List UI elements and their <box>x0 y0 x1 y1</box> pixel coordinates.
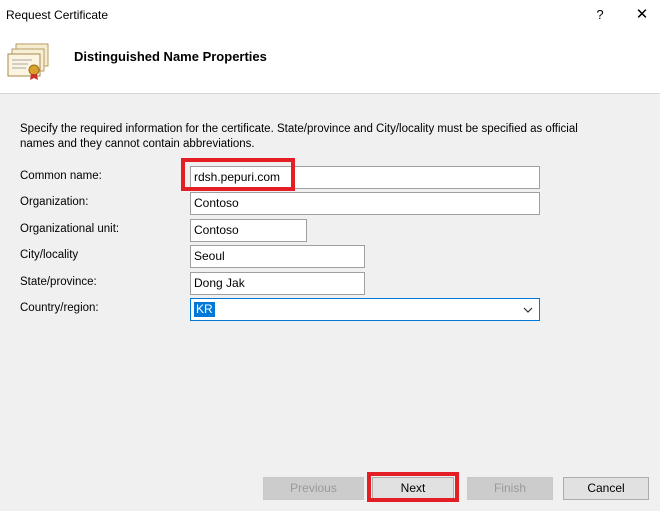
state-input[interactable]: Dong Jak <box>190 272 365 295</box>
organization-label: Organization: <box>20 196 89 208</box>
state-label: State/province: <box>20 276 97 288</box>
wizard-header: Distinguished Name Properties <box>0 30 660 94</box>
close-button[interactable]: ✕ <box>630 3 654 27</box>
chevron-down-icon[interactable] <box>521 303 535 317</box>
common-name-input[interactable]: rdsh.pepuri.com <box>190 166 540 189</box>
next-button[interactable]: Next <box>372 477 454 500</box>
organizational-unit-input[interactable]: Contoso <box>190 219 307 242</box>
country-label: Country/region: <box>20 302 99 314</box>
finish-button[interactable]: Finish <box>467 477 553 500</box>
common-name-label: Common name: <box>20 170 102 182</box>
help-button[interactable]: ? <box>588 3 612 27</box>
instructions-text: Specify the required information for the… <box>20 123 578 150</box>
country-select[interactable]: KR <box>190 298 540 321</box>
page-title: Distinguished Name Properties <box>74 49 267 64</box>
title-bar: Request Certificate ? ✕ <box>0 0 660 30</box>
organizational-unit-label: Organizational unit: <box>20 223 120 235</box>
cancel-button[interactable]: Cancel <box>563 477 649 500</box>
city-label: City/locality <box>20 249 79 261</box>
window-title: Request Certificate <box>6 8 109 22</box>
certificate-icon <box>7 43 49 80</box>
city-input[interactable]: Seoul <box>190 245 365 268</box>
country-selected-value: KR <box>194 302 215 317</box>
previous-button[interactable]: Previous <box>263 477 364 500</box>
organization-input[interactable]: Contoso <box>190 192 540 215</box>
